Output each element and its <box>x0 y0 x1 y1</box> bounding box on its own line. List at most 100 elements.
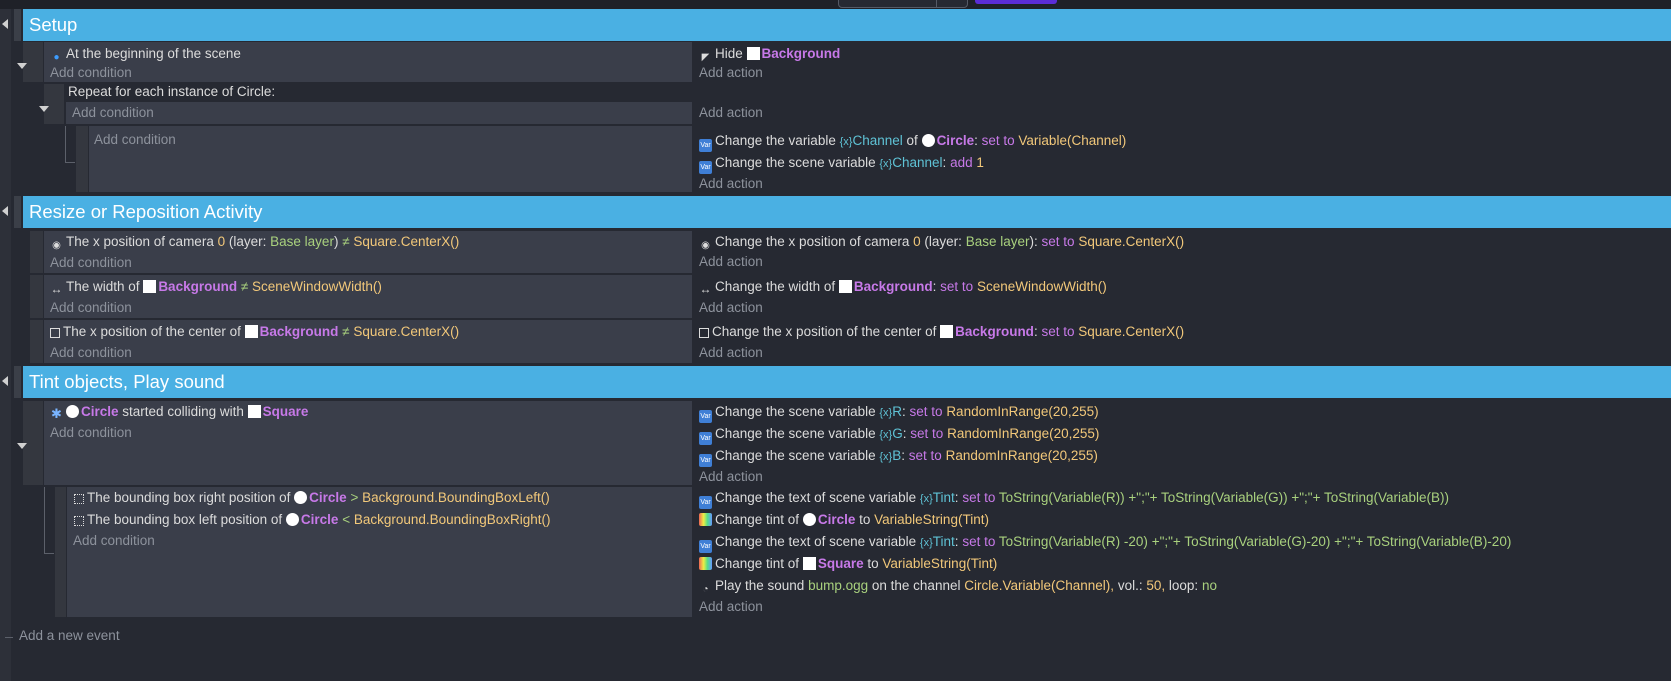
add-action-button[interactable]: Add action <box>699 467 763 487</box>
action-text: to <box>867 556 879 571</box>
group-collapse-icon[interactable] <box>2 376 8 386</box>
condition-row[interactable]: ● At the beginning of the scene <box>50 44 240 64</box>
add-condition-button[interactable]: Add condition <box>72 103 154 123</box>
condition-row[interactable]: The bounding box left position of Circle… <box>74 510 550 530</box>
event-handle[interactable] <box>76 126 88 192</box>
group-title: Tint objects, Play sound <box>29 371 225 392</box>
action-row[interactable]: ◔ Play the sound bump.ogg on the channel … <box>699 576 1217 596</box>
group-drag-handle[interactable] <box>14 196 21 228</box>
group-collapse-icon[interactable] <box>2 19 8 29</box>
camera-icon: ◉ <box>52 240 61 251</box>
action-row[interactable]: Change the x position of the center of B… <box>699 322 1184 342</box>
condition-row[interactable]: The x position of the center of Backgrou… <box>50 322 459 342</box>
value: ToString(Variable(R) -20) <box>998 534 1148 549</box>
add-condition-button[interactable]: Add condition <box>73 531 155 551</box>
operator: add <box>950 155 973 170</box>
action-row[interactable]: Var Change the scene variable {x}G: set t… <box>699 424 1099 445</box>
event-handle[interactable] <box>23 42 43 82</box>
add-event-button[interactable]: Add a new event <box>19 626 120 646</box>
action-row[interactable]: Change tint of Square to VariableString(… <box>699 554 997 574</box>
action-row[interactable]: Var Change the variable {x}Channel of Cir… <box>699 131 1126 152</box>
resize-arrows-icon: ↔ <box>50 282 63 296</box>
condition-row[interactable]: ↔ The width of Background ≠ SceneWindowWi… <box>50 277 382 297</box>
value: +";"+ <box>1334 534 1364 549</box>
action-text: Change the x position of camera <box>715 234 910 249</box>
event-collapse-icon[interactable] <box>17 63 27 69</box>
actions-panel: Var Change the scene variable {x}R: set t… <box>694 401 1671 485</box>
conditions-panel: ◉ The x position of camera 0 (layer: Base… <box>44 231 692 273</box>
variable-icon: {x} <box>879 451 893 463</box>
tree-line <box>65 162 75 163</box>
repeat-text[interactable]: Repeat for each instance of Circle: <box>68 82 275 102</box>
resize-arrows-icon: ↔ <box>699 282 712 296</box>
event-collapse-icon[interactable] <box>39 106 49 112</box>
object-thumbnail <box>802 513 816 526</box>
object-name: Circle <box>817 512 856 527</box>
value: 0 <box>913 234 921 249</box>
action-text: Change the scene variable <box>715 404 876 419</box>
group-header-setup[interactable]: Setup <box>23 9 1671 41</box>
group-drag-handle[interactable] <box>14 9 21 41</box>
condition-row[interactable]: ◉ The x position of camera 0 (layer: Base… <box>50 232 459 252</box>
action-row[interactable]: Var Change the text of scene variable {x}… <box>699 532 1511 553</box>
colon: : <box>1033 324 1038 339</box>
event-handle[interactable] <box>55 487 66 617</box>
add-action-button[interactable]: Add action <box>699 174 763 194</box>
add-action-button[interactable]: Add action <box>699 103 763 123</box>
variable-icon: {x} <box>919 537 933 549</box>
add-action-button[interactable]: Add action <box>699 298 763 318</box>
action-text: Play the sound <box>715 578 805 593</box>
add-condition-button[interactable]: Add condition <box>50 343 132 363</box>
action-row[interactable]: Var Change the scene variable {x}B: set t… <box>699 446 1098 467</box>
camera-icon: ◉ <box>701 240 710 251</box>
group-drag-handle[interactable] <box>14 366 21 398</box>
condition-row[interactable]: ✱ Circle started colliding with Square <box>50 402 308 422</box>
colon: : <box>954 534 959 549</box>
value: Square.CenterX() <box>353 324 460 339</box>
value: ToString(Variable(R)) <box>998 490 1125 505</box>
repeat-header: Repeat for each instance of Circle: <box>66 84 692 101</box>
group-collapse-icon[interactable] <box>2 206 8 216</box>
value: +";"+ <box>1128 490 1158 505</box>
action-row[interactable]: Var Change the scene variable {x}R: set t… <box>699 402 1099 423</box>
action-row[interactable]: Var Change the text of scene variable {x}… <box>699 488 1449 509</box>
operator: ≠ <box>342 234 350 249</box>
add-condition-button[interactable]: Add condition <box>50 298 132 318</box>
top-dropdown[interactable] <box>838 0 968 8</box>
object-thumbnail <box>285 513 299 526</box>
object-thumbnail <box>940 325 954 338</box>
action-row[interactable]: ◉ Change the x position of camera 0 (laye… <box>699 232 1184 252</box>
action-row[interactable]: Change tint of Circle to VariableString(… <box>699 510 989 530</box>
value: SceneWindowWidth() <box>252 279 382 294</box>
action-row[interactable]: Var Change the scene variable {x}Channel:… <box>699 153 984 174</box>
condition-row[interactable]: The bounding box right position of Circl… <box>74 488 550 508</box>
add-condition-button[interactable]: Add condition <box>50 253 132 273</box>
add-action-button[interactable]: Add action <box>699 343 763 363</box>
group-header-tint[interactable]: Tint objects, Play sound <box>23 366 1671 398</box>
actions-panel: Add action <box>694 102 1671 124</box>
actions-panel: ◉ Change the x position of camera 0 (laye… <box>694 231 1671 273</box>
value: ToString(Variable(G)) <box>1161 490 1288 505</box>
add-condition-button[interactable]: Add condition <box>50 63 132 83</box>
add-condition-button[interactable]: Add condition <box>50 423 132 443</box>
event-handle[interactable] <box>30 231 43 273</box>
value: no <box>1201 578 1217 593</box>
action-text: on the channel <box>871 578 961 593</box>
add-action-button[interactable]: Add action <box>699 252 763 272</box>
layer-name: Base layer <box>965 234 1030 249</box>
add-action-button[interactable]: Add action <box>699 597 763 617</box>
top-primary-button[interactable] <box>975 0 1057 4</box>
event-handle[interactable] <box>44 84 64 124</box>
action-row[interactable]: ↔ Change the width of Background: set to … <box>699 277 1107 297</box>
event-handle[interactable] <box>30 275 43 318</box>
action-row[interactable]: ◤ Hide Background <box>699 44 841 64</box>
actions-panel: Var Change the text of scene variable {x}… <box>694 487 1671 617</box>
top-dropdown-divider <box>936 0 937 7</box>
event-collapse-icon[interactable] <box>17 443 27 449</box>
event-handle[interactable] <box>30 320 43 363</box>
add-action-button[interactable]: Add action <box>699 63 763 83</box>
add-condition-button[interactable]: Add condition <box>94 130 176 150</box>
colon: : <box>974 133 978 148</box>
action-text: Hide <box>715 46 743 61</box>
group-header-resize[interactable]: Resize or Reposition Activity <box>23 196 1671 228</box>
